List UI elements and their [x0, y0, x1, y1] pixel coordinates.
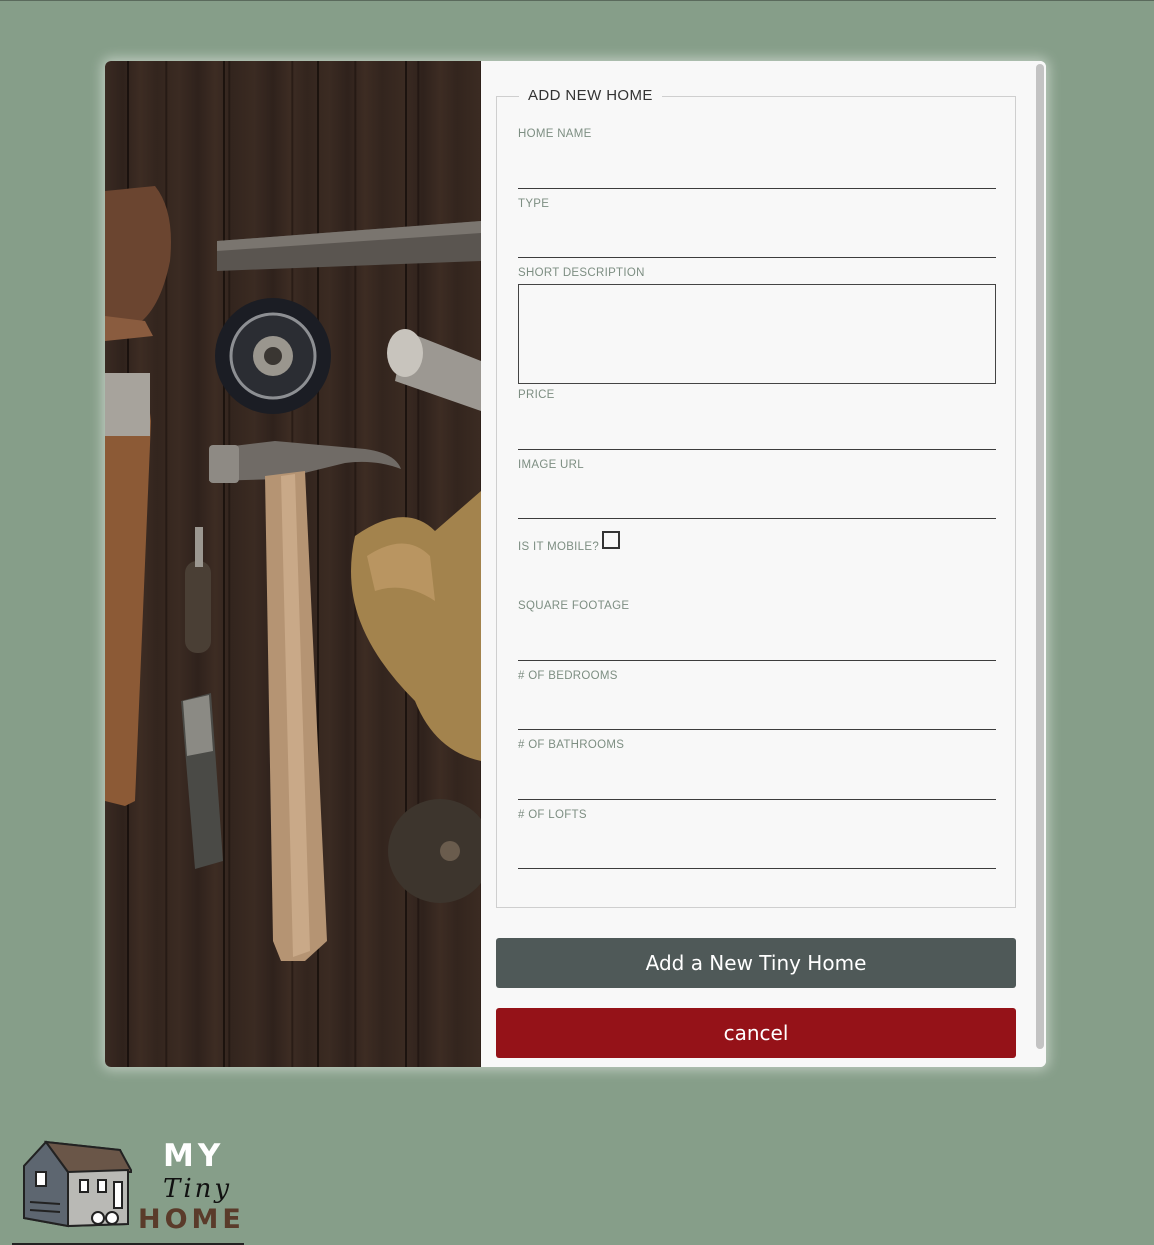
logo-text-tiny: Tiny — [163, 1174, 233, 1204]
short-description-textarea[interactable] — [518, 284, 996, 384]
price-input[interactable] — [518, 424, 996, 450]
type-input[interactable] — [518, 232, 996, 258]
add-home-modal: ADD NEW HOME HOME NAME TYPE SHORT DESCRI… — [105, 61, 1046, 1067]
image-url-label: IMAGE URL — [518, 459, 584, 471]
bathrooms-label: # OF BATHROOMS — [518, 739, 625, 751]
is-mobile-label: IS IT MOBILE? — [518, 541, 600, 553]
form-scrollbar[interactable] — [1036, 64, 1044, 1049]
tiny-house-icon — [23, 1140, 132, 1228]
short-description-label: SHORT DESCRIPTION — [518, 267, 645, 279]
logo-text-my: MY — [163, 1138, 225, 1174]
square-footage-input[interactable] — [518, 635, 996, 661]
my-tiny-home-logo[interactable]: MY Tiny HOME — [12, 1138, 252, 1245]
square-footage-label: SQUARE FOOTAGE — [518, 600, 630, 612]
price-label: PRICE — [518, 389, 555, 401]
home-name-label: HOME NAME — [518, 128, 592, 140]
form-panel: ADD NEW HOME HOME NAME TYPE SHORT DESCRI… — [481, 61, 1046, 1067]
tools-illustration — [105, 186, 481, 961]
add-home-fieldset: ADD NEW HOME HOME NAME TYPE SHORT DESCRI… — [496, 87, 1016, 908]
top-border-line — [0, 0, 1154, 1]
home-name-input[interactable] — [518, 163, 996, 189]
is-mobile-checkbox[interactable] — [602, 531, 620, 549]
bedrooms-input[interactable] — [518, 704, 996, 730]
cancel-button[interactable]: cancel — [496, 1008, 1016, 1058]
image-url-input[interactable] — [518, 493, 996, 519]
tools-photo — [105, 61, 481, 1067]
logo-text-home: HOME — [138, 1204, 245, 1235]
lofts-label: # OF LOFTS — [518, 809, 587, 821]
lofts-input[interactable] — [518, 843, 996, 869]
type-label: TYPE — [518, 198, 550, 210]
bathrooms-input[interactable] — [518, 774, 996, 800]
add-tiny-home-button[interactable]: Add a New Tiny Home — [496, 938, 1016, 988]
bedrooms-label: # OF BEDROOMS — [518, 670, 618, 682]
form-legend: ADD NEW HOME — [519, 87, 662, 104]
